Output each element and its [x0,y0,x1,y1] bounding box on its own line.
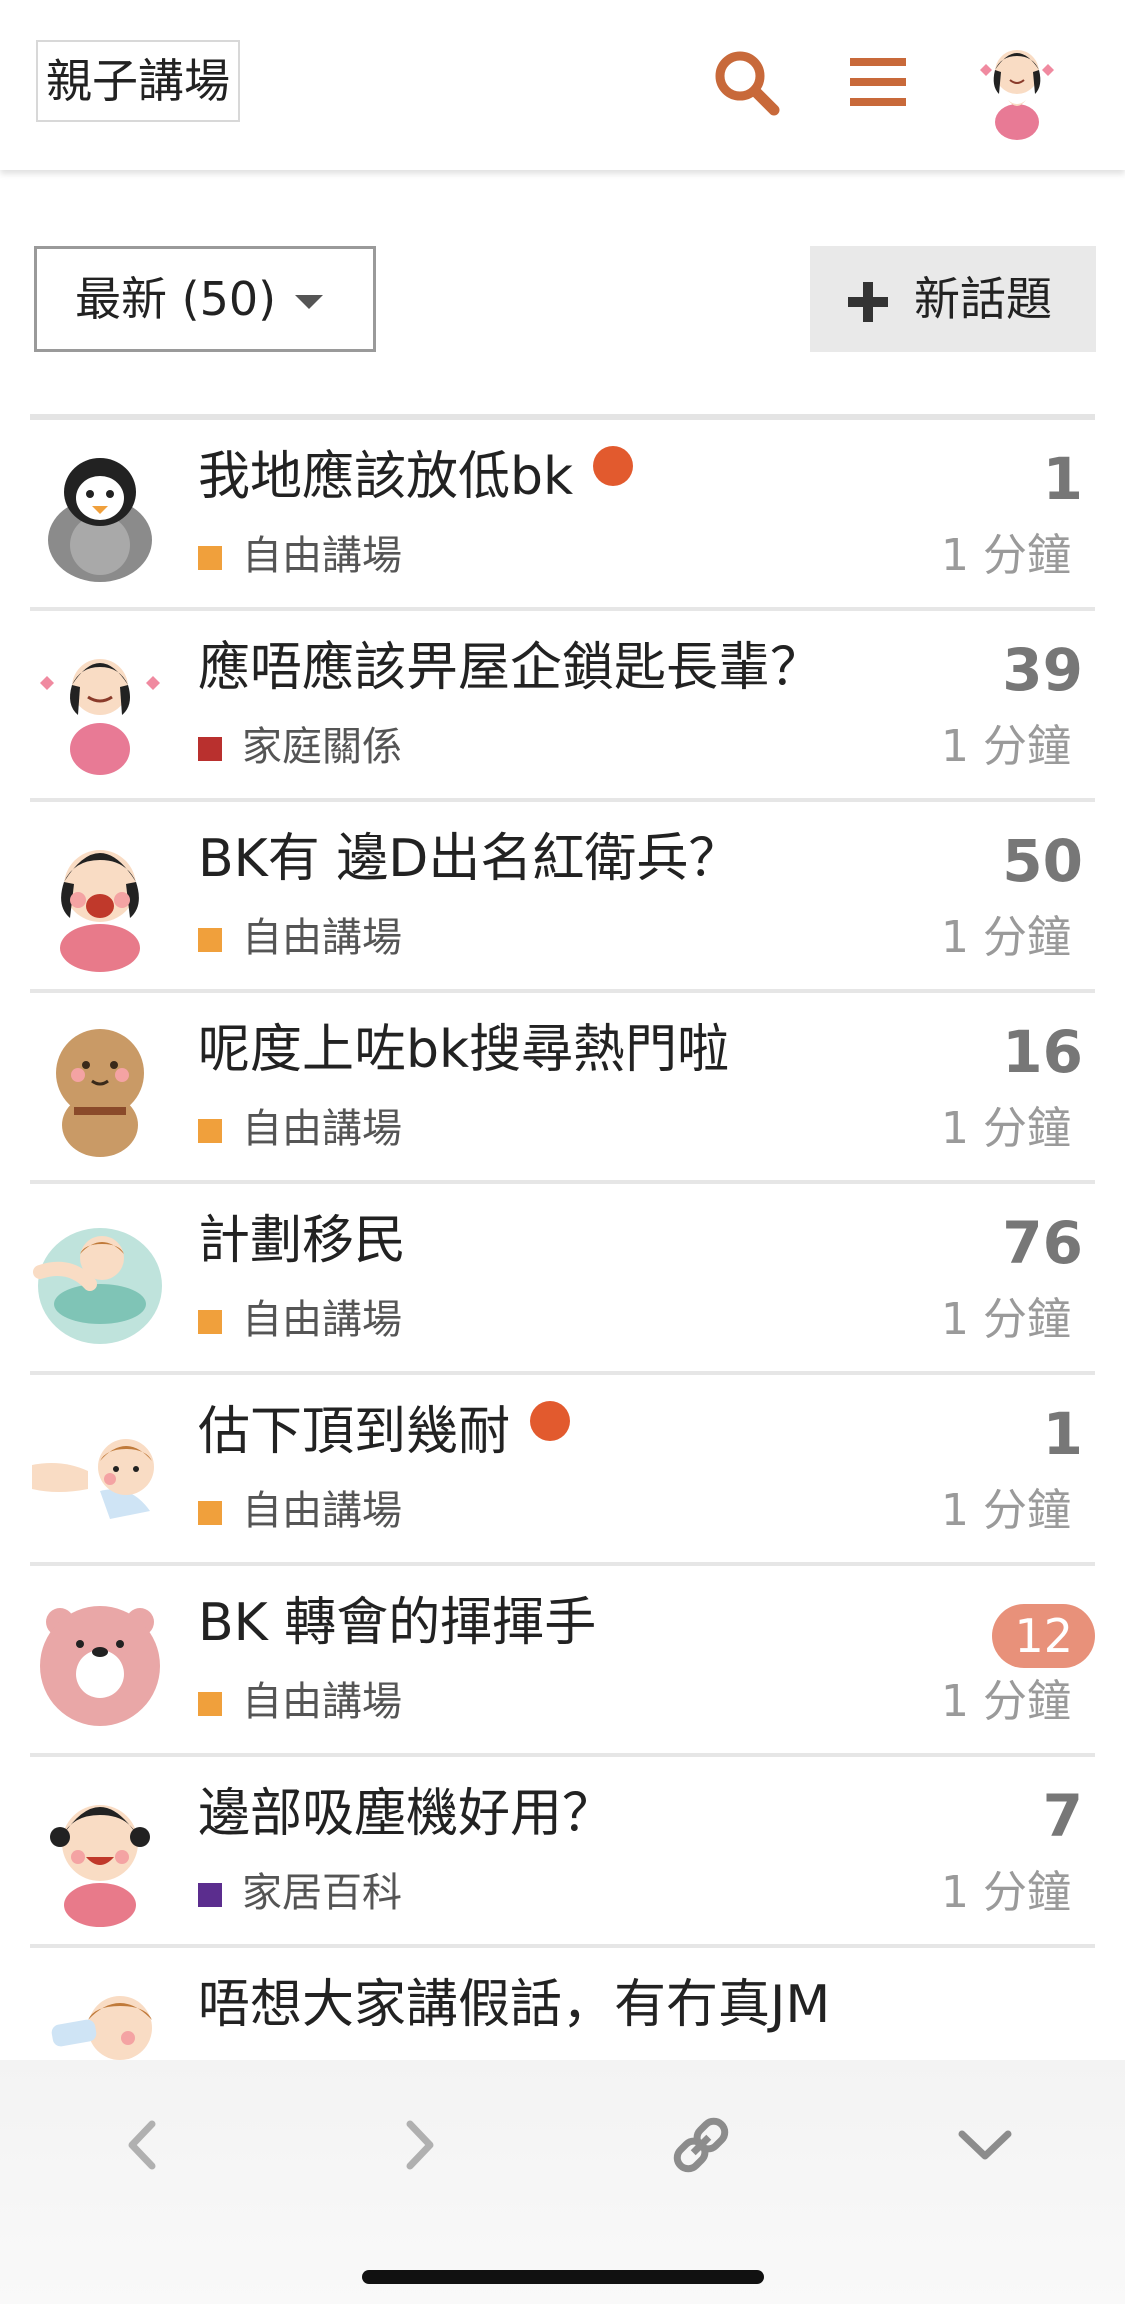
reply-count: 1 [1042,445,1083,513]
category-swatch [198,546,222,570]
back-icon[interactable] [108,2110,178,2180]
penguin-avatar-icon [48,458,152,582]
topic-category[interactable]: 自由講場 [198,528,402,584]
unread-dot [530,1401,571,1441]
site-logo[interactable]: 親子講場 [36,40,240,122]
topic-title[interactable]: BK有 邊D出名紅衛兵？ [198,824,978,894]
unread-dot [593,446,634,486]
topic-title[interactable]: 計劃移民 [198,1206,978,1276]
new-topic-button[interactable]: 新話題 [810,246,1096,352]
home-indicator[interactable] [362,2270,764,2284]
topic-category[interactable]: 自由講場 [198,1101,402,1157]
topic-title[interactable]: 估下頂到幾耐 [198,1397,978,1467]
new-topic-label: 新話題 [914,272,1052,326]
topic-row[interactable]: 應唔應該畀屋企鎖匙長輩？ 家庭關係 39 1 分鐘 [30,611,1095,802]
topic-age: 1 分鐘 [941,1294,1071,1345]
category-swatch [198,1119,222,1143]
topic-age: 1 分鐘 [941,721,1071,772]
category-swatch [198,737,222,761]
topic-category[interactable]: 自由講場 [198,1292,402,1348]
caret-down-icon [295,295,323,309]
menu-icon[interactable] [844,44,920,120]
topic-age: 1 分鐘 [941,530,1071,581]
topic-age: 1 分鐘 [941,1867,1071,1918]
baby-bath-avatar-icon [33,1228,162,1344]
topic-category[interactable]: 家居百科 [198,1865,402,1921]
plus-icon [848,282,888,322]
category-swatch [198,1501,222,1525]
topic-title[interactable]: 應唔應該畀屋企鎖匙長輩？ [198,633,978,703]
topic-age: 1 分鐘 [941,912,1071,963]
sort-filter-label: 最新 (50) [75,272,277,326]
topic-row[interactable]: 計劃移民 自由講場 76 1 分鐘 [30,1184,1095,1375]
topic-row[interactable]: 邊部吸塵機好用？ 家居百科 7 1 分鐘 [30,1757,1095,1948]
topic-row[interactable]: BK 轉會的揮揮手 自由講場 12 1 分鐘 [30,1566,1095,1757]
sort-filter-dropdown[interactable]: 最新 (50) [34,246,376,352]
topic-category[interactable]: 自由講場 [198,1483,402,1539]
reply-count-badge: 12 [992,1604,1095,1668]
link-icon[interactable] [666,2110,736,2180]
topic-age: 1 分鐘 [941,1103,1071,1154]
topic-age: 1 分鐘 [941,1485,1071,1536]
topic-title[interactable]: 邊部吸塵機好用？ [198,1779,978,1849]
topic-title[interactable]: BK 轉會的揮揮手 [198,1588,978,1658]
topic-title[interactable]: 呢度上咗bk搜尋熱門啦 [198,1015,978,1085]
user-avatar[interactable] [962,30,1072,140]
site-header: 親子講場 [0,0,1125,170]
shouting-woman-avatar-icon [60,850,140,972]
topic-row[interactable]: BK有 邊D出名紅衛兵？ 自由講場 50 1 分鐘 [30,802,1095,993]
teddy-bear-avatar-icon [56,1029,144,1157]
topic-row[interactable]: 估下頂到幾耐 自由講場 1 1 分鐘 [30,1375,1095,1566]
category-swatch [198,1883,222,1907]
topic-title[interactable]: 我地應該放低bk [198,442,978,512]
bear-pillow-avatar-icon [40,1606,160,1726]
reply-count: 1 [1042,1400,1083,1468]
topic-row[interactable]: 我地應該放低bk 自由講場 1 1 分鐘 [30,420,1095,611]
topic-category[interactable]: 家庭關係 [198,719,402,775]
reply-count: 50 [1002,827,1083,895]
category-swatch [198,1310,222,1334]
topic-title[interactable]: 唔想大家講假話，有冇真JM [198,1970,978,2040]
topic-age: 1 分鐘 [941,1676,1071,1727]
category-swatch [198,928,222,952]
girl-heart-avatar-icon [40,659,160,775]
topic-category[interactable]: 自由講場 [198,1674,402,1730]
topic-row[interactable]: 呢度上咗bk搜尋熱門啦 自由講場 16 1 分鐘 [30,993,1095,1184]
search-icon[interactable] [708,44,784,120]
forward-icon[interactable] [384,2110,454,2180]
topic-category[interactable]: 自由講場 [198,910,402,966]
baby-finger-avatar-icon [32,1439,154,1519]
category-swatch [198,1692,222,1716]
reply-count: 76 [1002,1209,1083,1277]
browser-toolbar [0,2060,1125,2304]
reply-count: 7 [1042,1782,1083,1850]
laughing-girl-avatar-icon [50,1805,150,1927]
reply-count: 39 [1002,636,1083,704]
forum-page: 親子講場 最新 (50) 新話題 我地應該放低bk 自由講場 1 1 分鐘 應唔… [0,0,1125,2304]
chevron-down-icon[interactable] [950,2110,1020,2180]
reply-count: 16 [1002,1018,1083,1086]
